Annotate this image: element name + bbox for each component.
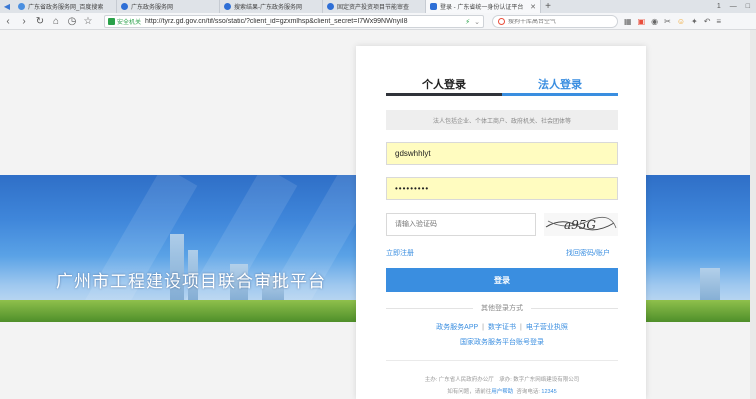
browser-tab-title: 广东政务服务网 [131, 5, 174, 11]
shield-icon [108, 18, 115, 25]
gov-app-login-link[interactable]: 政务服务APP [436, 324, 478, 331]
search-input[interactable] [508, 18, 608, 25]
back-icon[interactable]: ‹ [0, 14, 16, 29]
national-login-row: 国家政务服务平台账号登录 [386, 337, 618, 347]
star-icon[interactable]: ☆ [80, 14, 96, 29]
game-icon[interactable]: ◉ [651, 17, 658, 26]
forward-icon[interactable]: › [16, 14, 32, 29]
page-scrollbar[interactable] [750, 30, 756, 399]
chevron-down-icon[interactable]: ⌄ [474, 18, 480, 26]
divider-line [531, 307, 618, 309]
footer-tel-label: 咨询电话: [516, 389, 540, 395]
user-help-link[interactable]: 用户帮助 [491, 389, 513, 395]
divider-line [386, 307, 473, 309]
other-login-links: 政务服务APP | 数字证书 | 电子营业执照 国家政务服务平台账号登录 [386, 322, 618, 347]
captcha-graphic: a95G [545, 216, 617, 232]
address-bar-actions: ⚡ ⌄ [465, 18, 483, 26]
footer-sponsor: 主办: 广东省人民政府办公厅 承办: 数字广东网络建设有限公司 [424, 377, 580, 383]
security-label: 安全机关 [117, 20, 142, 26]
security-indicator[interactable]: 安全机关 [108, 17, 141, 26]
separator: | [520, 324, 522, 331]
e-license-login-link[interactable]: 电子营业执照 [526, 324, 568, 331]
browser-tab-title: 广东省政务服务网_百度搜索 [28, 5, 104, 11]
captcha-text: a95G [564, 218, 596, 232]
footer-tel: 12345 [541, 389, 557, 395]
gov-favicon-icon [327, 3, 334, 10]
maximize-button[interactable]: □ [746, 3, 750, 10]
search-engine-icon [498, 18, 505, 25]
new-tab-button[interactable]: + [541, 0, 555, 13]
browser-tab-1[interactable]: 广东省政务服务网_百度搜索 [14, 0, 117, 13]
browser-tab-bar: ◀ 广东省政务服务网_百度搜索 广东政务服务网 搜索结果-广东政务服务网 固定资… [0, 0, 756, 13]
menu-icon[interactable]: ≡ [716, 17, 721, 26]
close-tab-icon[interactable]: ✕ [530, 3, 536, 11]
home-icon[interactable]: ⌂ [48, 14, 64, 29]
browser-tab-4[interactable]: 固定资产投资项目节能审查 [323, 0, 426, 13]
footer-help-row: 如有问题，请前往用户帮助 咨询电话: 12345 [386, 386, 618, 398]
address-bar[interactable]: 安全机关 http://tyrz.gd.gov.cn/tif/sso/stati… [104, 15, 484, 28]
digital-cert-login-link[interactable]: 数字证书 [488, 324, 516, 331]
footer-help-prefix: 如有问题，请前往 [447, 389, 492, 395]
login-hint: 法人包括企业、个体工商户、政府机关、社会团体等 [386, 110, 618, 130]
other-login-divider: 其他登录方式 [386, 302, 618, 314]
undo-icon[interactable]: ↶ [704, 17, 711, 26]
page-content: 广州市工程建设项目联合审批平台 个人登录 法人登录 法人包括企业、个体工商户、政… [0, 30, 756, 399]
platform-title: 广州市工程建设项目联合审批平台 [56, 272, 326, 292]
username-field[interactable] [386, 142, 618, 165]
grid-icon[interactable]: ▦ [624, 17, 632, 26]
other-login-row: 政务服务APP | 数字证书 | 电子营业执照 [386, 322, 618, 332]
captcha-image[interactable]: a95G [544, 213, 618, 236]
scissors-icon[interactable]: ✂ [664, 17, 671, 26]
toolbar-right-icons: ▦ ▣ ◉ ✂ ☺ ✦ ↶ ≡ [624, 15, 721, 28]
register-link[interactable]: 立即注册 [386, 248, 414, 258]
login-footer: 主办: 广东省人民政府办公厅 承办: 数字广东网络建设有限公司 如有问题，请前往… [386, 374, 618, 398]
puzzle-icon[interactable]: ✦ [691, 17, 698, 26]
search-box[interactable] [492, 15, 618, 28]
footer-divider [386, 360, 618, 361]
browser-tab-title: 固定资产投资项目节能审查 [337, 5, 410, 11]
tab-personal-login[interactable]: 个人登录 [386, 74, 502, 96]
history-icon[interactable]: ◷ [64, 14, 80, 29]
browser-tab-active[interactable]: 登录 - 广东省统一身份认证平台 ✕ [426, 0, 541, 13]
find-password-link[interactable]: 找回密码/账户 [566, 248, 610, 258]
gov-favicon-icon [121, 3, 128, 10]
password-field[interactable] [386, 177, 618, 200]
extension-icon[interactable]: ▣ [638, 17, 646, 26]
national-platform-login-link[interactable]: 国家政务服务平台账号登录 [460, 339, 544, 346]
browser-toolbar: ‹ › ↻ ⌂ ◷ ☆ 安全机关 http://tyrz.gd.gov.cn/t… [0, 13, 756, 30]
baidu-favicon-icon [18, 3, 25, 10]
tab-list-icon[interactable]: ◀ [0, 0, 14, 13]
login-button[interactable]: 登录 [386, 268, 618, 292]
separator: | [482, 324, 484, 331]
window-badge[interactable]: 1 [717, 3, 721, 10]
reload-icon[interactable]: ↻ [32, 14, 48, 29]
browser-tab-2[interactable]: 广东政务服务网 [117, 0, 220, 13]
browser-tab-title: 登录 - 广东省统一身份认证平台 [440, 5, 524, 11]
gov-favicon-icon [224, 3, 231, 10]
browser-tab-title: 搜索结果-广东政务服务网 [234, 5, 302, 11]
captcha-input[interactable] [386, 213, 536, 236]
login-card: 个人登录 法人登录 法人包括企业、个体工商户、政府机关、社会团体等 a95G 立… [356, 46, 646, 399]
emoji-icon[interactable]: ☺ [677, 17, 685, 26]
shield-favicon-icon [430, 3, 437, 10]
minimize-button[interactable]: — [730, 3, 737, 10]
tab-corporate-login[interactable]: 法人登录 [502, 74, 618, 96]
login-tabs: 个人登录 法人登录 [386, 74, 618, 96]
browser-tab-3[interactable]: 搜索结果-广东政务服务网 [220, 0, 323, 13]
url-text[interactable]: http://tyrz.gd.gov.cn/tif/sso/static/?cl… [145, 18, 461, 25]
lightning-icon[interactable]: ⚡ [465, 18, 470, 26]
other-login-title: 其他登录方式 [481, 305, 523, 312]
window-controls: 1 — □ [717, 0, 756, 13]
